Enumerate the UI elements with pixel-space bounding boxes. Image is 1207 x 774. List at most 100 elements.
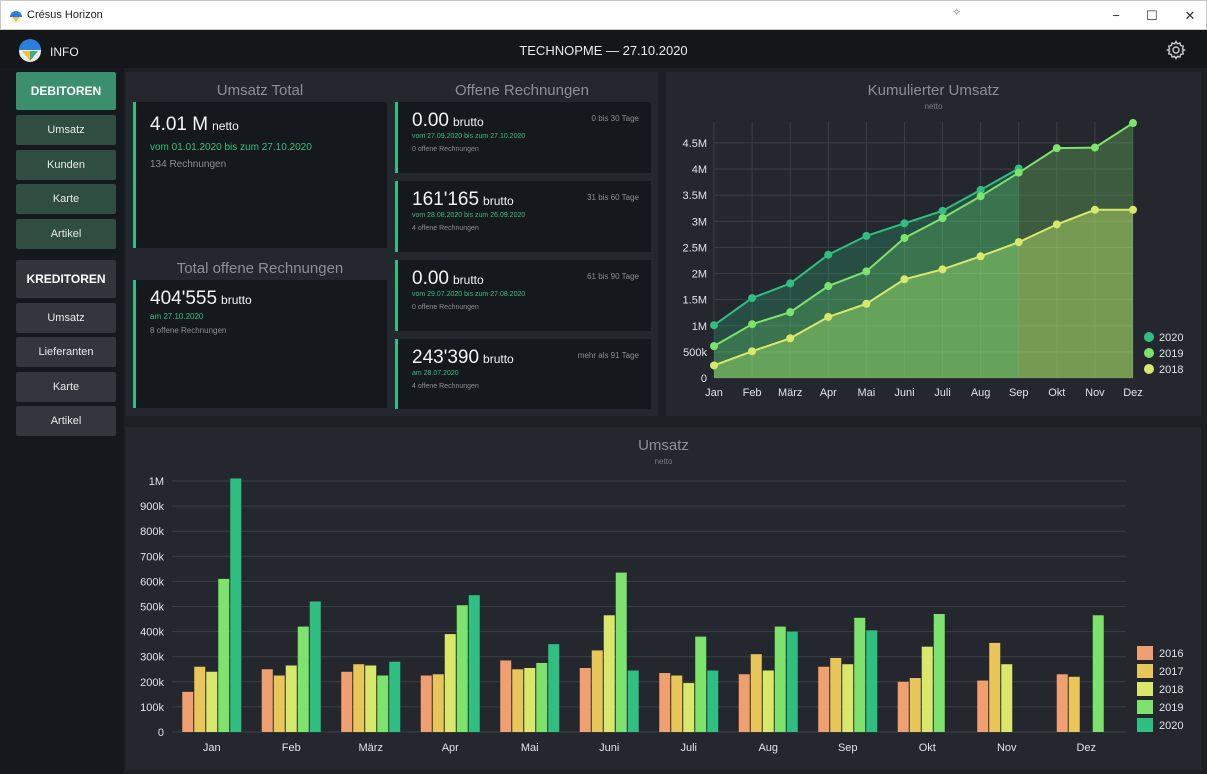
bar-2019 — [297, 626, 309, 732]
bar-2016 — [500, 660, 512, 732]
window-title: Crésus Horizon — [27, 9, 103, 21]
legend-label: 2016 — [1159, 648, 1183, 660]
data-point — [1014, 238, 1023, 247]
bar-2017 — [512, 669, 524, 732]
sidebar-item-kreditoren-umsatz[interactable]: Umsatz — [16, 303, 116, 333]
total-offene-card[interactable]: 404'555 brutto am 27.10.2020 8 offene Rec… — [133, 280, 387, 408]
x-tick-label: Feb — [282, 742, 301, 754]
bar-2020 — [627, 670, 639, 732]
sidebar-item-kreditoren-karte[interactable]: Karte — [16, 372, 116, 402]
total-offene-invoices: 8 offene Rechnungen — [150, 326, 227, 335]
data-point — [710, 342, 718, 351]
bar-2019 — [1092, 615, 1104, 732]
maximize-button[interactable]: ☐ — [1137, 5, 1167, 27]
y-tick-label: 0 — [701, 373, 707, 385]
bar-2019 — [854, 617, 866, 732]
x-tick-label: Feb — [743, 387, 762, 399]
bar-2018 — [683, 683, 695, 732]
bar-2020 — [468, 595, 480, 732]
data-point — [710, 361, 718, 370]
offene-card-count: 0 offene Rechnungen — [412, 304, 479, 311]
bar-2018 — [524, 667, 536, 732]
y-tick-label: 800k — [140, 526, 164, 538]
drag-handle-icon: ⟡ — [953, 6, 961, 18]
umsatz-total-title: Umsatz Total — [216, 82, 304, 99]
data-point — [786, 308, 795, 317]
x-tick-label: Juni — [599, 742, 619, 754]
bar-2019 — [774, 626, 786, 732]
y-tick-label: 2.5M — [683, 242, 707, 254]
bar-2018 — [921, 646, 933, 732]
data-point — [1052, 144, 1061, 153]
x-tick-label: Aug — [758, 742, 778, 754]
total-offene-value: 404'555 brutto — [150, 288, 252, 309]
data-point — [938, 206, 947, 215]
offene-card-value: 0.00 brutto — [412, 268, 484, 289]
data-point — [1090, 205, 1099, 214]
y-tick-label: 2M — [692, 269, 707, 281]
bar-2017 — [909, 678, 921, 732]
bar-2017 — [1068, 676, 1080, 732]
data-point — [976, 192, 985, 201]
bar-2017 — [432, 674, 444, 732]
legend-marker — [1137, 700, 1153, 714]
bar-2016 — [261, 669, 273, 732]
page-title: TECHNOPME — 27.10.2020 — [519, 43, 688, 58]
sidebar-item-kreditoren-lieferanten[interactable]: Lieferanten — [16, 337, 116, 367]
bar-2019 — [377, 675, 389, 732]
offene-card-91-plus[interactable]: 243'390 brutto mehr als 91 Tage am 28.07.… — [395, 339, 651, 409]
data-point — [748, 320, 757, 329]
sidebar-item-debitoren-umsatz[interactable]: Umsatz — [16, 115, 116, 145]
sidebar-kreditoren-button[interactable]: KREDITOREN — [16, 260, 116, 298]
x-tick-label: März — [778, 387, 802, 399]
umsatz-panel: Umsatz netto 0 100k 200k 300k 400k 500k 600k 70… — [126, 427, 1201, 770]
y-tick-label: 3.5M — [683, 190, 707, 202]
data-point — [1014, 168, 1023, 177]
data-point — [900, 233, 909, 242]
bar-2016 — [659, 673, 671, 732]
bar-2018 — [762, 670, 774, 732]
legend-marker — [1144, 364, 1154, 374]
bar-2018 — [603, 615, 615, 732]
x-tick-label: Juli — [680, 742, 697, 754]
y-tick-label: 0 — [158, 727, 164, 739]
sidebar-debitoren-button[interactable]: DEBITOREN — [16, 72, 116, 110]
y-tick-label: 500k — [683, 347, 707, 359]
data-point — [976, 252, 985, 261]
offene-card-count: 4 offene Rechnungen — [412, 225, 479, 232]
kumulierter-umsatz-panel: Kumulierter Umsatz netto 0 500k 1M 1.5M 2M 2.… — [666, 72, 1201, 416]
legend-label: 2020 — [1159, 720, 1183, 732]
offene-card-period: vom 29.07.2020 bis zum 27.08.2020 — [412, 291, 526, 298]
offene-card-31-60[interactable]: 161'165 brutto 31 bis 60 Tage vom 28.08.2… — [395, 181, 651, 252]
minimize-button[interactable]: − — [1101, 5, 1131, 27]
bar-2020 — [548, 644, 560, 732]
bar-2016 — [897, 681, 909, 732]
data-point — [748, 347, 757, 356]
umsatz-total-value: 4.01 Mnetto — [150, 114, 239, 135]
umsatz-total-card[interactable]: 4.01 Mnetto vom 01.01.2020 bis zum 27.10… — [133, 102, 387, 248]
y-tick-label: 900k — [140, 501, 164, 513]
offene-card-range: mehr als 91 Tage — [577, 351, 639, 360]
sidebar-item-kreditoren-artikel[interactable]: Artikel — [16, 406, 116, 436]
total-offene-date: am 27.10.2020 — [150, 312, 204, 321]
bar-2017 — [273, 675, 285, 732]
offene-card-value: 161'165 brutto — [412, 189, 514, 210]
bar-2017 — [750, 654, 762, 732]
bar-2017 — [194, 666, 206, 732]
sidebar-item-debitoren-artikel[interactable]: Artikel — [16, 219, 116, 249]
sidebar-item-debitoren-kunden[interactable]: Kunden — [16, 150, 116, 180]
bar-2016 — [341, 671, 353, 732]
data-point — [900, 219, 909, 228]
bar-2020 — [786, 631, 798, 732]
close-button[interactable]: ✕ — [1175, 5, 1205, 27]
data-point — [824, 282, 833, 291]
offene-card-61-90[interactable]: 0.00 brutto 61 bis 90 Tage vom 29.07.2020… — [395, 260, 651, 331]
sidebar-item-debitoren-karte[interactable]: Karte — [16, 184, 116, 214]
x-tick-label: Okt — [919, 742, 936, 754]
legend-marker — [1137, 682, 1153, 696]
offene-card-0-30[interactable]: 0.00 brutto 0 bis 30 Tage vom 27.09.2020 … — [395, 102, 651, 173]
bar-2020 — [866, 630, 878, 732]
x-tick-label: Aug — [971, 387, 991, 399]
gear-icon[interactable] — [1166, 40, 1186, 60]
y-tick-label: 4M — [692, 164, 707, 176]
